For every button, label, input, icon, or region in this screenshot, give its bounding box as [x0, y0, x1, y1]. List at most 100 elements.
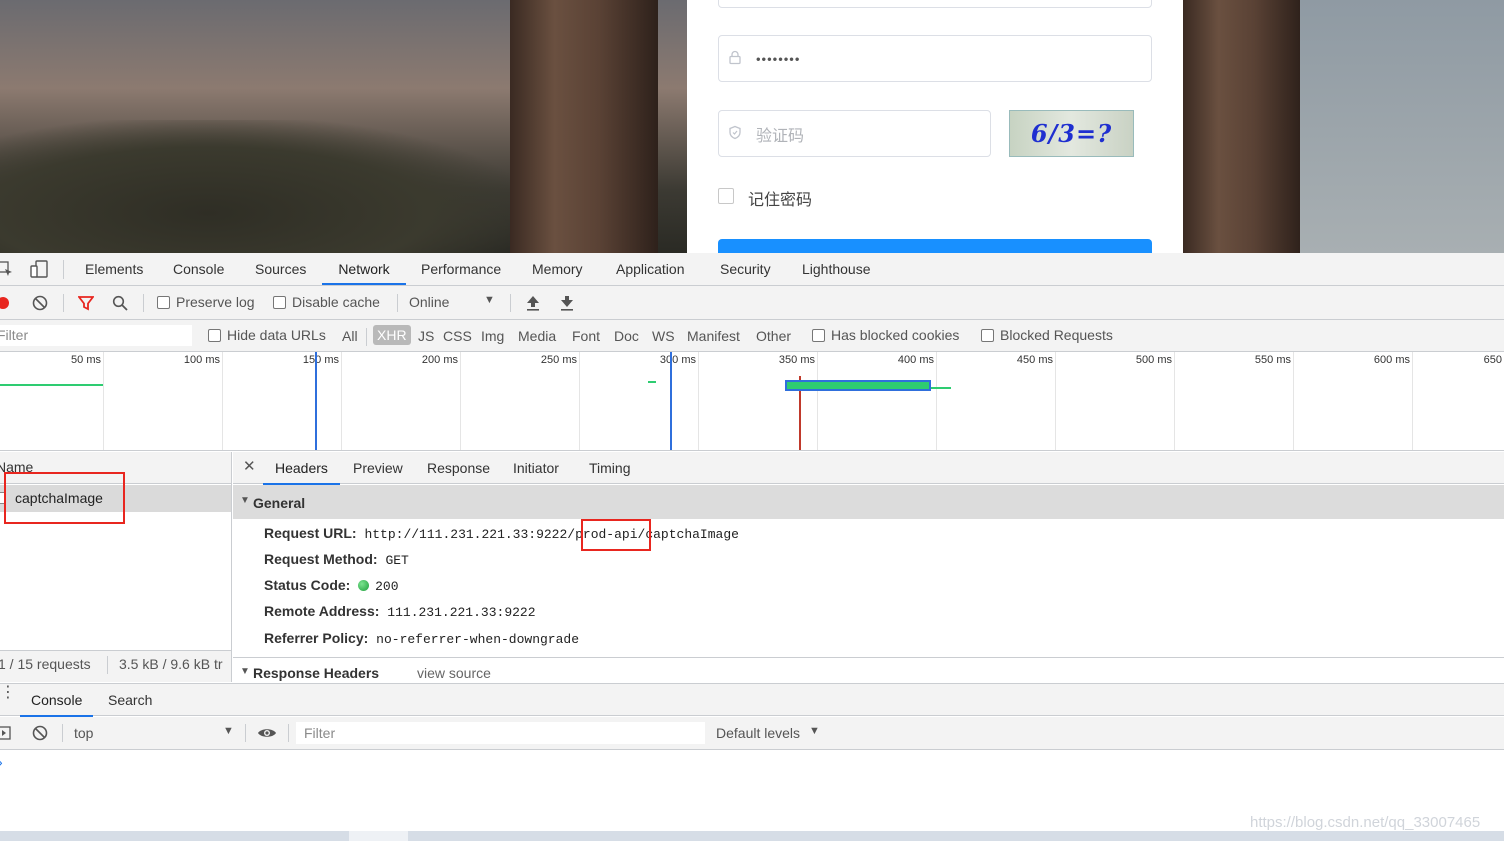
blocked-requests-label: Blocked Requests [1000, 327, 1113, 343]
password-value: •••••••• [756, 51, 801, 66]
username-field[interactable] [718, 0, 1152, 8]
remote-address-row: Remote Address: 111.231.221.33:9222 [264, 603, 536, 620]
timeline-tick: 350 ms [778, 354, 815, 366]
separator [288, 724, 289, 742]
network-toolbar: Preserve log Disable cache Online ▼ [0, 286, 1504, 320]
separator [397, 294, 398, 312]
levels-chevron-down-icon[interactable]: ▼ [809, 725, 820, 737]
tab-network[interactable]: Network [322, 253, 406, 285]
record-icon[interactable] [0, 294, 12, 312]
inspect-element-icon[interactable] [0, 259, 14, 279]
blocked-requests-checkbox[interactable]: Blocked Requests [981, 327, 1113, 343]
clear-icon[interactable] [30, 294, 50, 312]
import-har-icon[interactable] [524, 294, 542, 312]
hide-data-urls-checkbox[interactable]: Hide data URLs [208, 327, 326, 343]
throttle-select[interactable]: Online [409, 294, 449, 310]
filter-type-ws[interactable]: WS [652, 328, 675, 344]
tab-memory[interactable]: Memory [532, 253, 583, 285]
network-overview-timeline[interactable] [0, 352, 1504, 451]
background-trees [0, 120, 520, 253]
separator [63, 260, 64, 279]
grid-line [222, 352, 223, 450]
drawer-tab-search[interactable]: Search [108, 684, 152, 716]
detail-tab-initiator[interactable]: Initiator [513, 452, 559, 484]
response-headers-section-header[interactable]: ▼ Response Headers view source [233, 657, 1504, 682]
remember-password-label: 记住密码 [748, 192, 813, 209]
timeline-tick: 500 ms [1135, 354, 1172, 366]
password-field[interactable]: •••••••• [718, 35, 1152, 82]
grid-line [579, 352, 580, 450]
annotation-box-request [4, 472, 125, 524]
detail-tab-timing[interactable]: Timing [589, 452, 631, 484]
timeline-tick: 300 ms [659, 354, 696, 366]
background-wood-post-right [1183, 0, 1301, 253]
detail-tab-preview[interactable]: Preview [353, 452, 403, 484]
tab-application[interactable]: Application [616, 253, 685, 285]
preserve-log-label: Preserve log [176, 294, 255, 310]
tab-elements[interactable]: Elements [85, 253, 143, 285]
more-vertical-icon[interactable]: ⋮ [0, 685, 16, 701]
tab-security[interactable]: Security [720, 253, 771, 285]
status-code-label: Status Code: [264, 577, 351, 593]
timeline-tick: 450 ms [1016, 354, 1053, 366]
remember-password-checkbox[interactable] [718, 188, 734, 204]
search-icon[interactable] [110, 294, 130, 312]
status-ok-dot-icon [358, 580, 370, 591]
throttle-chevron-down-icon[interactable]: ▼ [484, 294, 495, 306]
filter-type-doc[interactable]: Doc [614, 328, 639, 344]
request-bar [0, 384, 103, 386]
preserve-log-checkbox[interactable]: Preserve log [157, 294, 255, 310]
filter-type-other[interactable]: Other [756, 328, 791, 344]
tab-performance[interactable]: Performance [421, 253, 501, 285]
tab-sources[interactable]: Sources [255, 253, 306, 285]
tab-lighthouse[interactable]: Lighthouse [802, 253, 871, 285]
has-blocked-cookies-label: Has blocked cookies [831, 327, 960, 343]
watermark: https://blog.csdn.net/qq_33007465 [1250, 814, 1481, 831]
filter-type-xhr[interactable]: XHR [373, 325, 411, 345]
device-toolbar-icon[interactable] [28, 259, 50, 279]
console-toolbar: top ▼ Filter Default levels ▼ [0, 717, 1504, 750]
bottom-strip-highlight [349, 831, 408, 841]
referrer-policy-value: no-referrer-when-downgrade [376, 632, 580, 647]
captcha-field[interactable]: 验证码 [718, 110, 991, 157]
drawer-tab-console[interactable]: Console [20, 684, 94, 717]
context-select[interactable]: top [74, 725, 93, 741]
referrer-policy-row: Referrer Policy: no-referrer-when-downgr… [264, 630, 579, 647]
disable-cache-checkbox[interactable]: Disable cache [273, 294, 380, 310]
context-chevron-down-icon[interactable]: ▼ [223, 725, 234, 737]
console-filter-input[interactable]: Filter [296, 722, 705, 744]
detail-tab-response[interactable]: Response [427, 452, 490, 484]
default-levels-select[interactable]: Default levels [716, 725, 800, 741]
clear-console-icon[interactable] [30, 725, 50, 741]
filter-type-css[interactable]: CSS [443, 328, 472, 344]
login-button[interactable] [718, 239, 1152, 253]
separator [63, 294, 64, 312]
filter-type-img[interactable]: Img [481, 328, 504, 344]
general-section-header[interactable]: ▼ General [233, 485, 1504, 519]
export-har-icon[interactable] [558, 294, 576, 312]
close-icon[interactable]: ✕ [243, 457, 256, 475]
filter-input[interactable]: Filter [0, 325, 192, 346]
eye-icon[interactable] [256, 725, 278, 741]
filter-type-media[interactable]: Media [518, 328, 556, 344]
grid-line [1412, 352, 1413, 450]
tab-console[interactable]: Console [173, 253, 224, 285]
grid-line [698, 352, 699, 450]
background-wood-post-left [510, 0, 658, 253]
status-code-row: Status Code: 200 [264, 577, 399, 594]
login-page-background: •••••••• 验证码 6/3=? 记住密码 [0, 0, 1504, 253]
has-blocked-cookies-checkbox[interactable]: Has blocked cookies [812, 327, 959, 343]
detail-tab-headers[interactable]: Headers [263, 452, 340, 485]
filter-type-all[interactable]: All [342, 328, 358, 344]
captcha-image[interactable]: 6/3=? [1009, 110, 1134, 157]
filter-funnel-icon[interactable] [76, 294, 96, 312]
filter-type-manifest[interactable]: Manifest [687, 328, 740, 344]
filter-type-js[interactable]: JS [418, 328, 434, 344]
grid-line [1174, 352, 1175, 450]
filter-type-font[interactable]: Font [572, 328, 600, 344]
sidebar-toggle-icon[interactable] [0, 725, 12, 741]
timeline-tick: 550 ms [1254, 354, 1291, 366]
request-url-suffix: /captchaImage [637, 527, 739, 542]
view-source-link[interactable]: view source [417, 665, 491, 681]
disable-cache-label: Disable cache [292, 294, 380, 310]
